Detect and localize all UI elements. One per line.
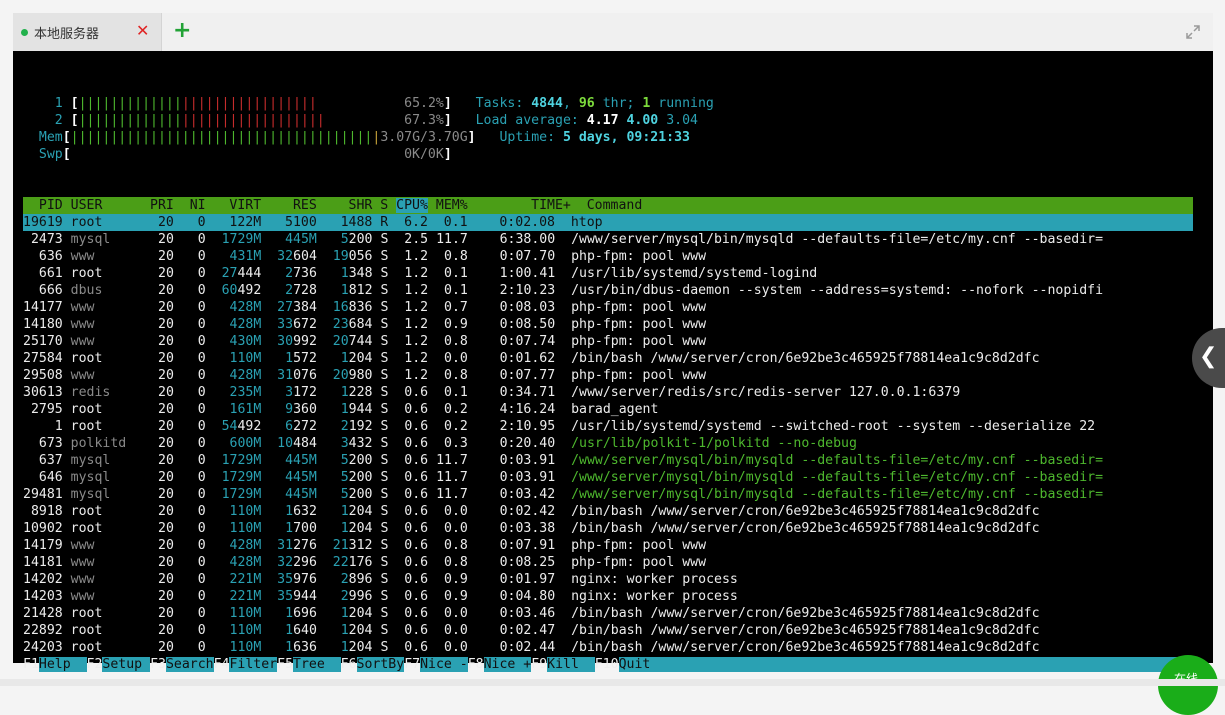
chevron-left-icon: ❮ bbox=[1199, 344, 1218, 369]
process-row[interactable]: 8918 root 20 0 110M 1632 1204 S 0.6 0.0 … bbox=[23, 503, 1193, 520]
close-icon[interactable]: ✕ bbox=[136, 21, 149, 40]
fkey-f4[interactable]: F4 bbox=[214, 657, 230, 672]
fkey-f7[interactable]: F7 bbox=[404, 657, 420, 672]
status-dot-icon bbox=[21, 29, 28, 36]
fkey-f6[interactable]: F6 bbox=[341, 657, 357, 672]
fkey-f8[interactable]: F8 bbox=[468, 657, 484, 672]
tab-title: 本地服务器 bbox=[34, 27, 100, 42]
process-row[interactable]: 29508 www 20 0 428M 31076 20980 S 1.2 0.… bbox=[23, 367, 1193, 384]
tab-local-server[interactable]: 本地服务器 ✕ bbox=[13, 13, 162, 51]
meter-swp-row: Swp[ 0K/0K] bbox=[23, 147, 452, 162]
fkey-label[interactable]: Search bbox=[165, 657, 214, 672]
meter-cpu2-row: 2 [||||||||||||||||||||||||||||||| 67.3%… bbox=[23, 113, 698, 128]
fkey-label[interactable]: Tree bbox=[293, 657, 341, 672]
page-footer-strip bbox=[0, 679, 1225, 686]
process-row-selected[interactable]: 19619 root 20 0 122M 5100 1488 R 6.2 0.1… bbox=[23, 214, 1193, 231]
process-row[interactable]: 29481 mysql 20 0 1729M 445M 5200 S 0.6 1… bbox=[23, 486, 1193, 503]
htop-screen: 1 [|||||||||||||||||||||||||||||| 65.2%]… bbox=[23, 78, 1193, 673]
fkey-f10[interactable]: F10 bbox=[595, 657, 619, 672]
process-row[interactable]: 646 mysql 20 0 1729M 445M 5200 S 0.6 11.… bbox=[23, 469, 1193, 486]
process-row[interactable]: 14179 www 20 0 428M 31276 21312 S 0.6 0.… bbox=[23, 537, 1193, 554]
fkey-label[interactable]: Help bbox=[38, 657, 87, 672]
process-row[interactable]: 661 root 20 0 27444 2736 1348 S 1.2 0.1 … bbox=[23, 265, 1193, 282]
tab-bar: 本地服务器 ✕ + bbox=[13, 13, 1213, 52]
fkey-f2[interactable]: F2 bbox=[87, 657, 103, 672]
fkey-label[interactable]: Nice - bbox=[420, 657, 468, 672]
process-row[interactable]: 14177 www 20 0 428M 27384 16836 S 1.2 0.… bbox=[23, 299, 1193, 316]
process-row[interactable]: 27584 root 20 0 110M 1572 1204 S 1.2 0.0… bbox=[23, 350, 1193, 367]
process-table-header: PID USER PRI NI VIRT RES SHR S CPU% MEM%… bbox=[23, 197, 1193, 214]
process-row[interactable]: 2473 mysql 20 0 1729M 445M 5200 S 2.5 11… bbox=[23, 231, 1193, 248]
fkey-label[interactable]: Filter bbox=[229, 657, 278, 672]
process-row[interactable]: 14203 www 20 0 221M 35944 2996 S 0.6 0.9… bbox=[23, 588, 1193, 605]
fkey-label[interactable]: Setup bbox=[102, 657, 151, 672]
terminal[interactable]: 1 [|||||||||||||||||||||||||||||| 65.2%]… bbox=[13, 51, 1213, 672]
process-row[interactable]: 14180 www 20 0 428M 33672 23684 S 1.2 0.… bbox=[23, 316, 1193, 333]
fkey-label[interactable]: Quit bbox=[618, 657, 651, 672]
meter-mem-row: Mem[||||||||||||||||||||||||||||||||||||… bbox=[23, 130, 691, 145]
process-row[interactable]: 21428 root 20 0 110M 1696 1204 S 0.6 0.0… bbox=[23, 605, 1193, 622]
process-row[interactable]: 30613 redis 20 0 235M 3172 1228 S 0.6 0.… bbox=[23, 384, 1193, 401]
process-row[interactable]: 2795 root 20 0 161M 9360 1944 S 0.6 0.2 … bbox=[23, 401, 1193, 418]
process-row[interactable]: 636 www 20 0 431M 32604 19056 S 1.2 0.8 … bbox=[23, 248, 1193, 265]
fkey-label[interactable]: Kill bbox=[547, 657, 595, 672]
fkey-label[interactable]: Nice + bbox=[483, 657, 532, 672]
process-row[interactable]: 24203 root 20 0 110M 1636 1204 S 0.6 0.0… bbox=[23, 639, 1193, 656]
process-row[interactable]: 14202 www 20 0 221M 35976 2896 S 0.6 0.9… bbox=[23, 571, 1193, 588]
fkey-f9[interactable]: F9 bbox=[531, 657, 547, 672]
process-row[interactable]: 10902 root 20 0 110M 1700 1204 S 0.6 0.0… bbox=[23, 520, 1193, 537]
fkey-label[interactable]: SortBy bbox=[356, 657, 405, 672]
process-row[interactable]: 25170 www 20 0 430M 30992 20744 S 1.2 0.… bbox=[23, 333, 1193, 350]
meter-cpu1-row: 1 [|||||||||||||||||||||||||||||| 65.2%]… bbox=[23, 96, 714, 111]
fkey-f5[interactable]: F5 bbox=[277, 657, 293, 672]
process-row[interactable]: 637 mysql 20 0 1729M 445M 5200 S 0.6 11.… bbox=[23, 452, 1193, 469]
process-row[interactable]: 1 root 20 0 54492 6272 2192 S 0.6 0.2 2:… bbox=[23, 418, 1193, 435]
process-row[interactable]: 666 dbus 20 0 60492 2728 1812 S 1.2 0.1 … bbox=[23, 282, 1193, 299]
process-row[interactable]: 673 polkitd 20 0 600M 10484 3432 S 0.6 0… bbox=[23, 435, 1193, 452]
process-row[interactable]: 22892 root 20 0 110M 1640 1204 S 0.6 0.0… bbox=[23, 622, 1193, 639]
plus-icon[interactable]: + bbox=[173, 19, 191, 43]
function-key-bar: F1Help F2Setup F3SearchF4FilterF5Tree F6… bbox=[23, 656, 1193, 673]
expand-icon[interactable] bbox=[1185, 24, 1201, 40]
fkey-f1[interactable]: F1 bbox=[23, 657, 39, 672]
fkey-f3[interactable]: F3 bbox=[150, 657, 166, 672]
process-row[interactable]: 14181 www 20 0 428M 32296 22176 S 0.6 0.… bbox=[23, 554, 1193, 571]
